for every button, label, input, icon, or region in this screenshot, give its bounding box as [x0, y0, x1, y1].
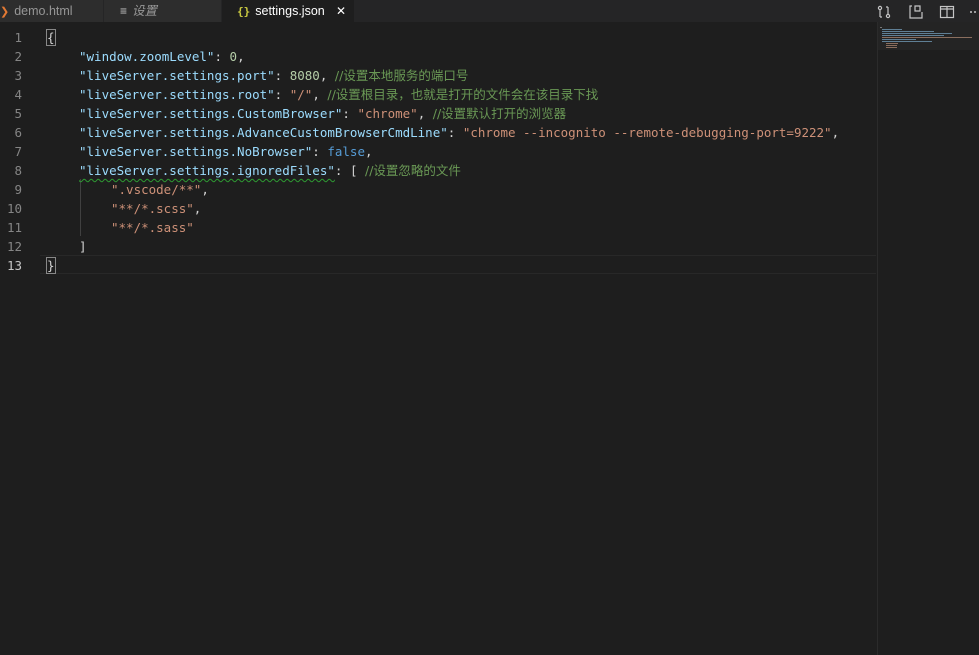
- comment: //设置根目录，也就是打开的文件会在该目录下找: [327, 87, 599, 102]
- comment: //设置默认打开的浏览器: [432, 106, 567, 121]
- colon: :: [342, 106, 358, 121]
- open-brace: {: [46, 29, 56, 46]
- html-file-icon: ❯: [0, 6, 10, 18]
- minimap-line: [882, 33, 952, 34]
- open-bracket: [: [349, 163, 365, 178]
- tab-label: demo.html: [14, 4, 73, 18]
- line-number: 4: [14, 87, 22, 102]
- colon: :: [334, 163, 350, 178]
- json-key: "window.zoomLevel": [79, 49, 215, 64]
- comma: ,: [365, 144, 373, 159]
- code-line-12[interactable]: ]: [79, 237, 87, 256]
- minimap-line: [882, 39, 916, 40]
- close-bracket: ]: [79, 239, 87, 254]
- json-key: "liveServer.settings.root": [79, 87, 275, 102]
- comma: ,: [237, 49, 245, 64]
- minimap-line: [886, 47, 897, 48]
- comment: //设置忽略的文件: [365, 163, 461, 178]
- minimap-line: [880, 27, 882, 28]
- minimap-line: [882, 29, 902, 30]
- line-number: 5: [14, 106, 22, 121]
- colon: :: [312, 144, 328, 159]
- code-line-13[interactable]: }: [46, 256, 56, 275]
- tab-settings-json[interactable]: {} settings.json ✕: [222, 0, 354, 22]
- json-string: "/": [289, 87, 313, 102]
- code-line-8[interactable]: "liveServer.settings.ignoredFiles": [ //…: [79, 161, 461, 180]
- code-line-11[interactable]: "**/*.sass": [111, 218, 194, 237]
- colon: :: [447, 125, 463, 140]
- code-line-6[interactable]: "liveServer.settings.AdvanceCustomBrowse…: [79, 123, 839, 142]
- json-string: "**/*.scss": [111, 201, 194, 216]
- json-key: "liveServer.settings.AdvanceCustomBrowse…: [79, 125, 448, 140]
- json-file-icon: {}: [237, 5, 251, 18]
- comma: ,: [417, 106, 433, 121]
- comma: ,: [831, 125, 840, 140]
- json-key-warning: "liveServer.settings.ignoredFiles": [79, 163, 335, 178]
- line-number: 7: [14, 144, 22, 159]
- comma: ,: [201, 182, 209, 197]
- json-string: ".vscode/**": [111, 182, 202, 197]
- tab-settings-ui[interactable]: ≡ 设置: [104, 0, 221, 22]
- comma: ,: [319, 68, 335, 83]
- line-number: 2: [14, 49, 22, 64]
- comma: ,: [193, 201, 202, 216]
- code-line-9[interactable]: ".vscode/**",: [111, 180, 209, 199]
- editor-tab-bar: ❯ demo.html ≡ 设置 {} settings.json ✕: [0, 0, 979, 22]
- json-string: "chrome --incognito --remote-debugging-p…: [462, 125, 832, 140]
- code-line-7[interactable]: "liveServer.settings.NoBrowser": false,: [79, 142, 373, 161]
- code-line-2[interactable]: "window.zoomLevel": 0,: [79, 47, 245, 66]
- split-editor-icon[interactable]: [939, 4, 955, 19]
- minimap[interactable]: [878, 22, 979, 655]
- settings-list-icon: ≡: [120, 4, 128, 18]
- code-line-4[interactable]: "liveServer.settings.root": "/", //设置根目录…: [79, 85, 598, 104]
- minimap-line: [882, 31, 934, 32]
- line-number-active: 13: [6, 258, 22, 273]
- line-number: 3: [14, 68, 22, 83]
- tab-label: settings.json: [255, 4, 325, 18]
- open-settings-ui-icon[interactable]: [908, 4, 924, 19]
- line-number: 6: [14, 125, 22, 140]
- json-boolean: false: [327, 144, 365, 159]
- more-actions-icon[interactable]: [969, 4, 979, 18]
- minimap-line: [882, 37, 972, 38]
- close-tab-icon[interactable]: ✕: [336, 0, 346, 22]
- indent-guide: [80, 179, 81, 236]
- colon: :: [214, 49, 230, 64]
- comment: //设置本地服务的端口号: [334, 68, 469, 83]
- minimap-line: [882, 35, 944, 36]
- minimap-line: [886, 45, 897, 46]
- json-number: 0: [229, 49, 238, 64]
- close-brace: }: [46, 257, 56, 274]
- minimap-line: [882, 41, 932, 42]
- code-editor[interactable]: 1 2 3 4 5 6 7 8 9 10 11 12 13 { "window.…: [0, 22, 979, 655]
- line-number: 12: [6, 239, 22, 254]
- tab-label: 设置: [132, 4, 158, 18]
- json-key: "liveServer.settings.port": [79, 68, 275, 83]
- json-string: "**/*.sass": [111, 220, 194, 235]
- json-string: "chrome": [357, 106, 418, 121]
- json-number: 8080: [289, 68, 320, 83]
- minimap-line: [886, 43, 898, 44]
- json-key: "liveServer.settings.CustomBrowser": [79, 106, 343, 121]
- line-number: 11: [6, 220, 22, 235]
- open-changes-icon[interactable]: [876, 4, 892, 19]
- current-line-highlight: [40, 255, 876, 274]
- comma: ,: [312, 87, 328, 102]
- code-line-10[interactable]: "**/*.scss",: [111, 199, 201, 218]
- tab-demo-html[interactable]: ❯ demo.html: [0, 0, 103, 22]
- code-line-3[interactable]: "liveServer.settings.port": 8080, //设置本地…: [79, 66, 468, 85]
- code-line-1[interactable]: {: [46, 28, 56, 47]
- json-key: "liveServer.settings.NoBrowser": [79, 144, 313, 159]
- line-number: 8: [14, 163, 22, 178]
- line-number: 1: [14, 30, 22, 45]
- line-number: 10: [6, 201, 22, 216]
- code-line-5[interactable]: "liveServer.settings.CustomBrowser": "ch…: [79, 104, 566, 123]
- line-number: 9: [14, 182, 22, 197]
- colon: :: [274, 87, 290, 102]
- colon: :: [274, 68, 290, 83]
